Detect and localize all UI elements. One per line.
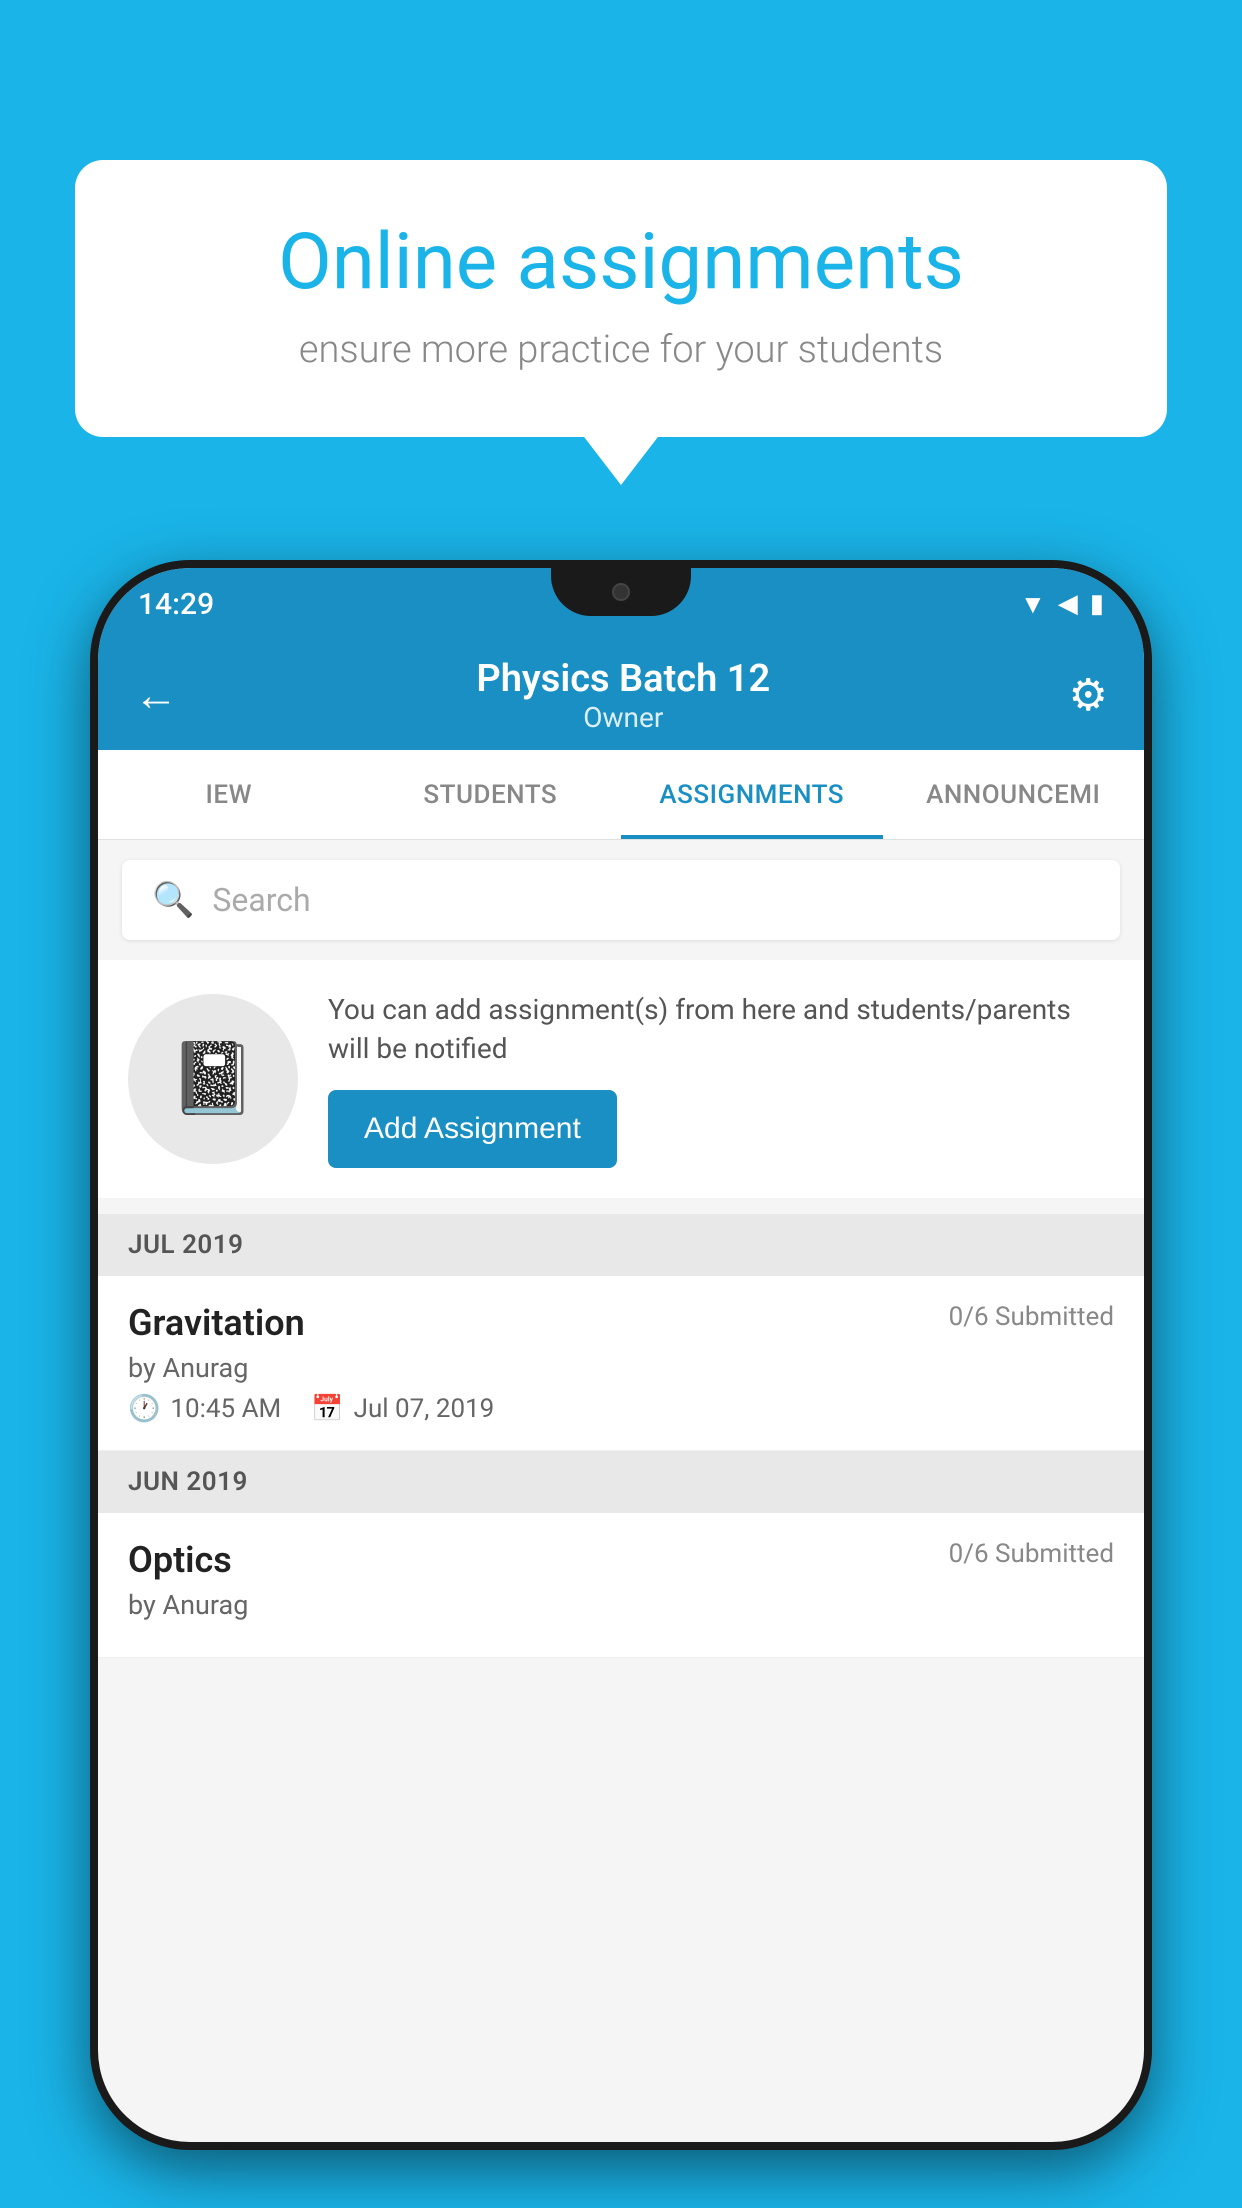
phone-screen: 14:29 ▼ ◀ ▮ ← Physics Batch 12 Owner ⚙ [98, 568, 1144, 2142]
settings-button[interactable]: ⚙ [1069, 669, 1108, 721]
app-bar: ← Physics Batch 12 Owner ⚙ [98, 640, 1144, 750]
assignment-item-gravitation[interactable]: Gravitation 0/6 Submitted by Anurag 🕐 10… [98, 1276, 1144, 1451]
camera-dot [612, 583, 630, 601]
section-header-jun: JUN 2019 [98, 1451, 1144, 1513]
tab-assignments[interactable]: ASSIGNMENTS [621, 750, 883, 839]
phone-container: 14:29 ▼ ◀ ▮ ← Physics Batch 12 Owner ⚙ [90, 560, 1152, 2208]
promo-card: 📓 You can add assignment(s) from here an… [98, 960, 1144, 1198]
speech-bubble: Online assignments ensure more practice … [75, 160, 1167, 437]
status-icons: ▼ ◀ ▮ [1020, 589, 1104, 620]
app-bar-title: Physics Batch 12 [476, 657, 770, 701]
app-bar-center: Physics Batch 12 Owner [476, 657, 770, 734]
status-time: 14:29 [138, 587, 214, 622]
calendar-icon: 📅 [311, 1394, 343, 1424]
content-area: 🔍 Search 📓 You can add assignment(s) fro… [98, 840, 1144, 1658]
search-placeholder: Search [212, 881, 310, 919]
meta-time: 🕐 10:45 AM [128, 1394, 281, 1424]
back-button[interactable]: ← [134, 669, 178, 721]
bubble-title: Online assignments [145, 220, 1097, 306]
assignment-meta: 🕐 10:45 AM 📅 Jul 07, 2019 [128, 1394, 1114, 1424]
assignment-top-optics: Optics 0/6 Submitted [128, 1539, 1114, 1581]
assignment-title-optics: Optics [128, 1539, 232, 1581]
status-bar: 14:29 ▼ ◀ ▮ [98, 568, 1144, 640]
meta-date: 📅 Jul 07, 2019 [311, 1394, 494, 1424]
tabs-bar: IEW STUDENTS ASSIGNMENTS ANNOUNCEMI [98, 750, 1144, 840]
assignment-submitted: 0/6 Submitted [949, 1302, 1114, 1332]
tab-iew[interactable]: IEW [98, 750, 360, 839]
search-icon: 🔍 [152, 880, 194, 920]
promo-icon-circle: 📓 [128, 994, 298, 1164]
app-bar-subtitle: Owner [476, 701, 770, 734]
assignment-by-optics: by Anurag [128, 1589, 1114, 1621]
signal-icon: ◀ [1058, 589, 1078, 619]
assignment-time: 10:45 AM [170, 1394, 281, 1424]
wifi-icon: ▼ [1020, 589, 1046, 620]
speech-bubble-container: Online assignments ensure more practice … [75, 160, 1167, 437]
tab-students[interactable]: STUDENTS [360, 750, 622, 839]
assignment-title: Gravitation [128, 1302, 305, 1344]
search-bar[interactable]: 🔍 Search [122, 860, 1120, 940]
tab-announcements[interactable]: ANNOUNCEMI [883, 750, 1145, 839]
notch [551, 568, 691, 616]
assignment-item-optics[interactable]: Optics 0/6 Submitted by Anurag [98, 1513, 1144, 1658]
assignment-top: Gravitation 0/6 Submitted [128, 1302, 1114, 1344]
phone: 14:29 ▼ ◀ ▮ ← Physics Batch 12 Owner ⚙ [90, 560, 1152, 2150]
notebook-icon: 📓 [169, 1038, 256, 1120]
clock-icon: 🕐 [128, 1394, 160, 1424]
add-assignment-button[interactable]: Add Assignment [328, 1090, 617, 1168]
section-header-jul: JUL 2019 [98, 1214, 1144, 1276]
assignment-submitted-optics: 0/6 Submitted [949, 1539, 1114, 1569]
promo-content: You can add assignment(s) from here and … [328, 990, 1114, 1168]
promo-description: You can add assignment(s) from here and … [328, 990, 1114, 1068]
assignment-date: Jul 07, 2019 [354, 1394, 495, 1424]
bubble-subtitle: ensure more practice for your students [145, 328, 1097, 372]
assignment-by: by Anurag [128, 1352, 1114, 1384]
battery-icon: ▮ [1090, 589, 1104, 619]
